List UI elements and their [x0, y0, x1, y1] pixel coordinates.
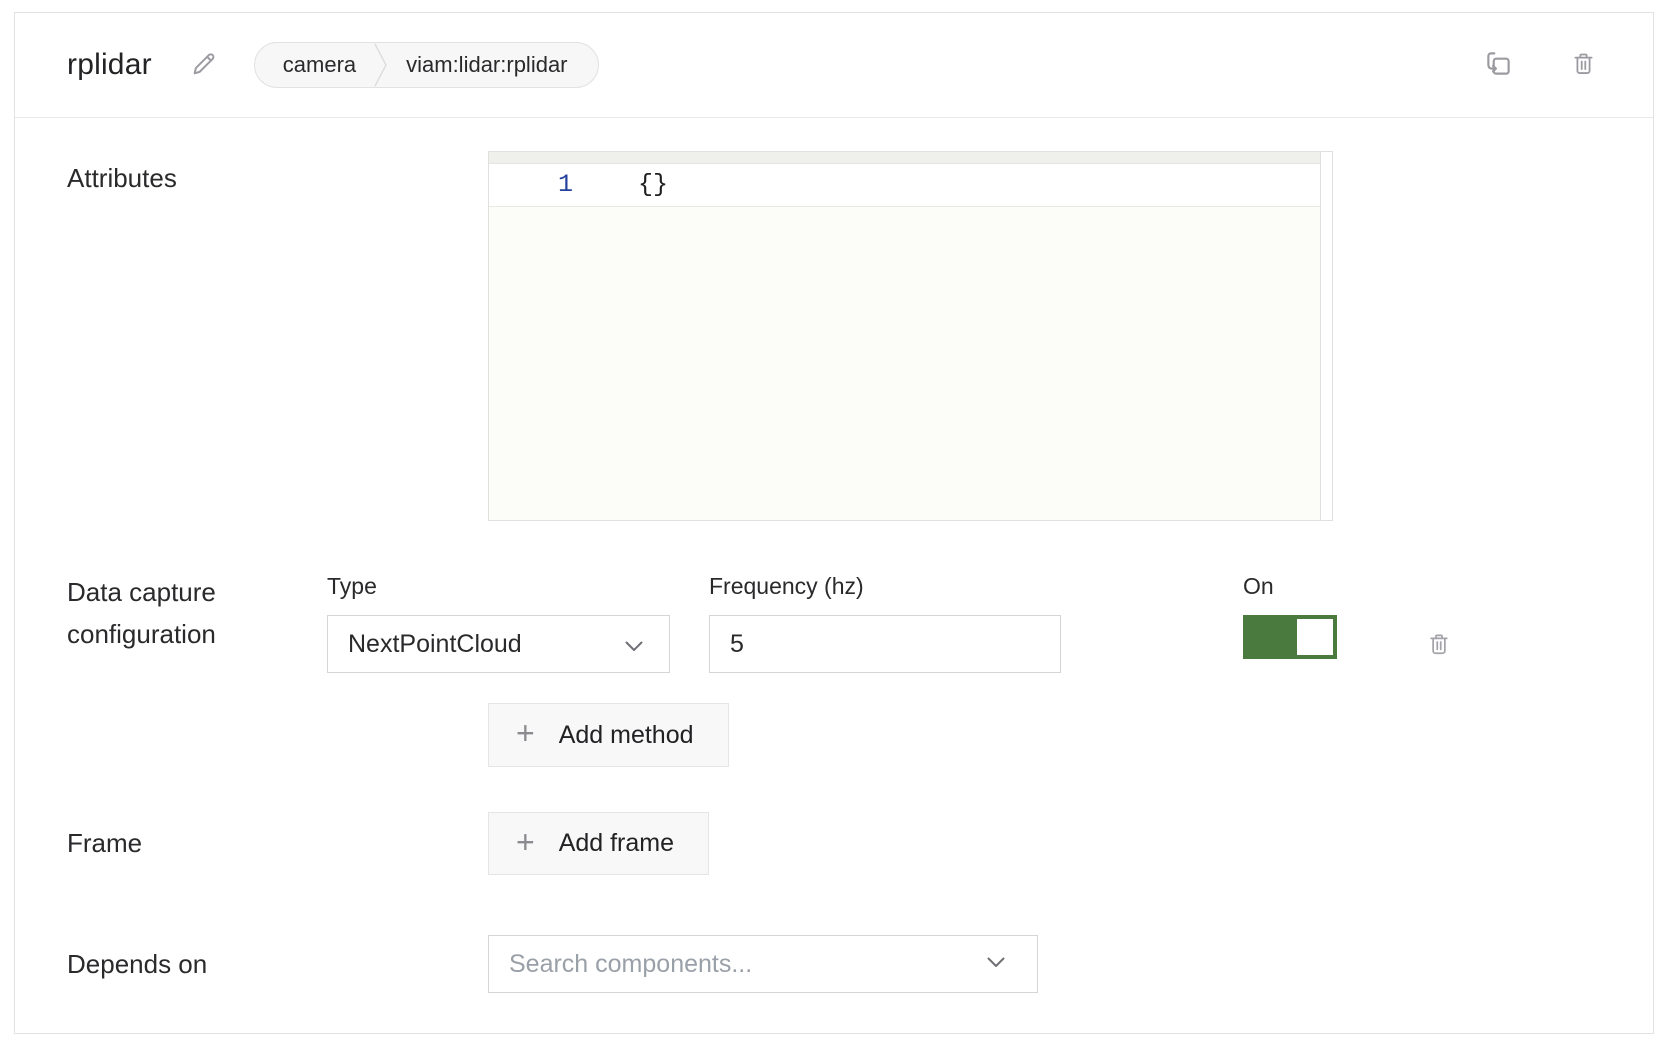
data-capture-controls: Type NextPointCloud Frequency (hz) On	[327, 571, 1452, 673]
duplicate-icon	[1483, 48, 1514, 82]
component-header: rplidar camera viam:lidar:rplidar	[15, 13, 1653, 118]
add-method-label: Add method	[559, 721, 694, 750]
editor-line-number: 1	[489, 164, 629, 206]
component-type-badge: camera viam:lidar:rplidar	[254, 42, 599, 88]
depends-on-row: Depends on	[15, 935, 1653, 993]
add-frame-label: Add frame	[559, 829, 674, 858]
badge-category: camera	[283, 52, 356, 78]
component-name: rplidar	[67, 48, 152, 82]
editor-top-strip	[489, 152, 1332, 164]
type-select-value: NextPointCloud	[348, 630, 522, 659]
capture-toggle-field: On	[1243, 571, 1337, 659]
duplicate-button[interactable]	[1483, 48, 1514, 82]
pencil-icon	[190, 50, 218, 81]
badge-model: viam:lidar:rplidar	[406, 52, 567, 78]
component-card: rplidar camera viam:lidar:rplidar	[14, 12, 1654, 1034]
plus-icon: +	[516, 826, 535, 858]
type-select[interactable]: NextPointCloud	[327, 615, 670, 673]
add-method-button[interactable]: + Add method	[488, 703, 729, 767]
depends-on-select[interactable]	[488, 935, 1038, 993]
capture-on-toggle[interactable]	[1243, 615, 1337, 659]
chevron-down-icon	[625, 630, 643, 659]
plus-icon: +	[516, 717, 535, 749]
header-actions	[1483, 48, 1597, 82]
delete-capture-method-button[interactable]	[1426, 631, 1452, 660]
capture-frequency-field: Frequency (hz)	[709, 571, 1061, 673]
chevron-down-icon	[987, 955, 1005, 973]
trash-icon	[1570, 50, 1597, 80]
editor-active-line: 1 {}	[489, 164, 1332, 207]
data-capture-row: Data capture configuration Type NextPoin…	[15, 571, 1653, 673]
attributes-row: Attributes 1 {}	[15, 151, 1653, 521]
add-method-row: + Add method	[15, 703, 1653, 767]
toggle-knob	[1297, 619, 1333, 655]
editor-scrollbar[interactable]	[1320, 152, 1332, 520]
capture-type-field: Type NextPointCloud	[327, 571, 670, 673]
search-components-input[interactable]	[489, 936, 987, 992]
depends-on-label: Depends on	[67, 949, 488, 980]
delete-component-button[interactable]	[1570, 50, 1597, 80]
badge-chevron-divider-icon	[374, 42, 388, 88]
trash-icon	[1426, 631, 1452, 660]
frame-label: Frame	[67, 828, 488, 859]
frequency-input[interactable]	[709, 615, 1061, 673]
attributes-json-editor[interactable]: 1 {}	[488, 151, 1333, 521]
edit-name-button[interactable]	[190, 51, 218, 79]
frame-row: Frame + Add frame	[15, 812, 1653, 875]
type-label: Type	[327, 571, 670, 601]
add-frame-button[interactable]: + Add frame	[488, 812, 709, 875]
attributes-label: Attributes	[67, 151, 488, 521]
data-capture-label: Data capture configuration	[67, 571, 327, 673]
frequency-label: Frequency (hz)	[709, 571, 1061, 601]
editor-code-content[interactable]: {}	[629, 164, 668, 206]
toggle-label: On	[1243, 571, 1337, 601]
